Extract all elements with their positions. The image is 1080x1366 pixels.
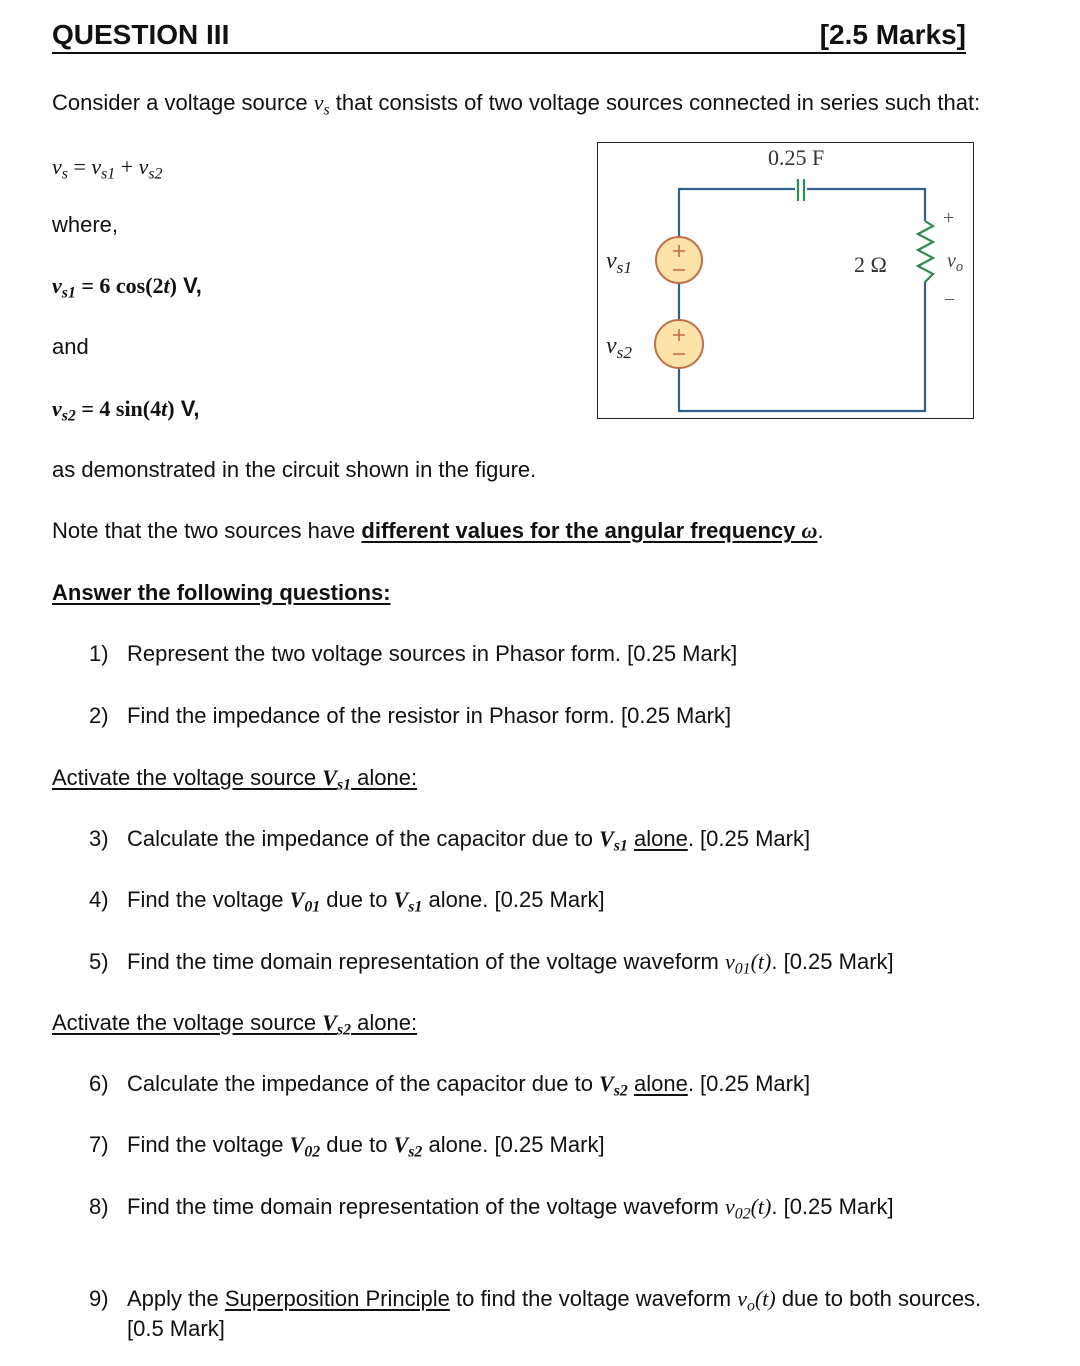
question-9: 9) Apply the Superposition Principle to f…	[89, 1286, 982, 1315]
capacitor-icon	[796, 179, 806, 201]
question-5: 5) Find the time domain representation of…	[89, 949, 894, 978]
circuit-diagram	[654, 179, 936, 413]
question-2: 2) Find the impedance of the resistor in …	[89, 703, 732, 728]
section-2-heading: Activate the voltage source Vs2 alone:	[52, 1010, 418, 1039]
voltage-source-2-icon	[654, 319, 704, 369]
section-1-heading: Activate the voltage source Vs1 alone:	[52, 765, 418, 794]
answer-heading: Answer the following questions:	[52, 580, 391, 605]
circuit-wires	[677, 187, 927, 413]
question-6: 6) Calculate the impedance of the capacit…	[89, 1071, 811, 1100]
output-plus-sign: +	[943, 207, 955, 229]
resistor-label: 2 Ω	[854, 252, 887, 277]
capacitor-label: 0.25 F	[768, 145, 825, 170]
wire-bottom	[677, 282, 927, 413]
note-text: Note that the two sources have different…	[52, 518, 824, 543]
resistor-icon	[915, 220, 936, 283]
equation-vs-sum: vs = vs1 + vs2	[52, 154, 163, 183]
equation-vs1: vs1 = 6 cos(2t) V,	[52, 273, 202, 302]
question-9-marks: [0.5 Mark]	[127, 1316, 225, 1341]
question-3: 3) Calculate the impedance of the capacit…	[89, 826, 811, 855]
question-title: QUESTION III	[52, 19, 230, 50]
and-label: and	[52, 334, 89, 359]
source-2-label: vs2	[606, 333, 633, 362]
var-vs: vs	[313, 90, 330, 119]
source-1-label: vs1	[606, 248, 633, 277]
voltage-source-1-icon	[655, 236, 703, 284]
question-4: 4) Find the voltage V01 due to Vs1 alone.…	[89, 887, 605, 916]
circuit-figure: 0.25 F 2 Ω vs1 vs2 + vo −	[597, 142, 974, 419]
question-marks: [2.5 Marks]	[819, 19, 966, 50]
question-1: 1) Represent the two voltage sources in P…	[89, 641, 738, 666]
equation-vs2: vs2 = 4 sin(4t) V,	[52, 396, 200, 425]
note-emphasis: different values for the angular frequen…	[361, 518, 818, 543]
wire-top-right	[807, 187, 927, 221]
output-voltage-label: vo	[947, 250, 964, 276]
question-8: 8) Find the time domain representation of…	[89, 1194, 894, 1223]
where-label: where,	[52, 212, 119, 237]
demonstrated-text: as demonstrated in the circuit shown in …	[52, 457, 537, 482]
intro-sentence: Consider a voltage source vs that consis…	[52, 90, 981, 119]
wire-top-left	[677, 187, 795, 236]
question-7: 7) Find the voltage V02 due to Vs2 alone.…	[89, 1132, 605, 1161]
question-header: QUESTION III [2.5 Marks]	[52, 18, 966, 54]
output-minus-sign: −	[944, 289, 956, 311]
